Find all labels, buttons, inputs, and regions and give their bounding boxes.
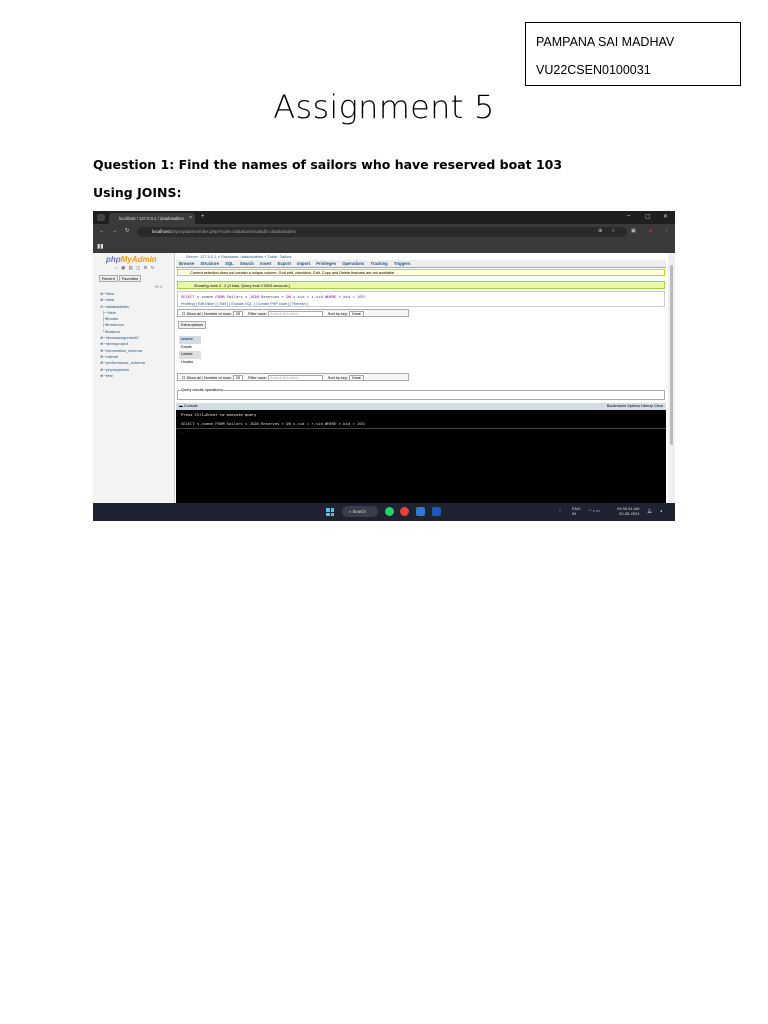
whatsapp-icon <box>385 507 394 516</box>
collapse-link-icon: ⊖ ∞ <box>155 284 163 289</box>
language-indicator: ENG IN <box>572 506 581 516</box>
subheading: Using JOINS: <box>93 185 182 200</box>
student-name: PAMPANA SAI MADHAV <box>536 35 675 49</box>
phpmyadmin-window: phpMyAdmin ⌂ ▣ ▤ ◫ ⚙ ↻ Recent Favorites ⊖… <box>93 253 675 503</box>
table-row: Lubber <box>179 351 201 359</box>
sql-console: ▬ Console Bookmarks Options History Clea… <box>176 403 666 503</box>
url-host: localhost <box>152 229 170 234</box>
tray-chevron-icon: ^ <box>559 508 561 513</box>
tab-insert: Insert <box>260 261 272 266</box>
close-window-icon: ✕ <box>663 214 669 220</box>
copilot-icon: ◕ <box>660 508 663 513</box>
table-controls-top: ☐ Show all | Number of rows: 25 Filter r… <box>177 309 409 317</box>
page-scrollbar <box>668 253 675 503</box>
clock: 09:39:31 AM 20-08-2024 <box>617 506 640 516</box>
reload-icon: ↻ <box>125 228 130 234</box>
network-icon: ◠ ◖ ▭ <box>588 508 600 513</box>
warning-notice: Current selection does not contain a uni… <box>177 269 665 276</box>
pma-top-menu: Browse Structure SQL Search Insert Expor… <box>176 260 666 268</box>
chrome-icon <box>400 507 409 516</box>
word-icon <box>432 507 441 516</box>
tab-privileges: Privileges <box>316 261 337 266</box>
bookmarks-bar: ▮▮ <box>93 240 675 253</box>
zoom-icon: ⊕ <box>598 228 603 234</box>
pma-logo: phpMyAdmin <box>106 255 157 264</box>
tab-title: localhost / 127.0.0.1 / databstables <box>119 216 184 221</box>
apps-icon: ▮▮ <box>97 244 104 250</box>
profile-icon: ● <box>649 228 653 234</box>
embedded-screenshot: localhost / 127.0.0.1 / databstables × +… <box>93 211 675 521</box>
console-hint: Press Ctrl+Enter to execute query <box>181 412 257 417</box>
new-tab-icon: + <box>201 214 205 220</box>
maximize-icon: ▢ <box>645 214 651 220</box>
browser-tab: localhost / 127.0.0.1 / databstables × <box>109 213 195 224</box>
success-notice: Showing rows 0 - 2 (3 total, Query took … <box>177 281 665 289</box>
url-path: /phpmyadmin/index.php?route=/database/sq… <box>169 229 296 234</box>
console-header: ▬ Console Bookmarks Options History Clea… <box>176 403 666 410</box>
windows-taskbar: ⌕ Search ^ ENG IN ◠ ◖ ▭ 09:39:31 AM 20-08-… <box>93 503 675 521</box>
sidebar-toolbar-icons: ⌂ ▣ ▤ ◫ ⚙ ↻ <box>115 265 156 270</box>
browser-address-bar: ← → ↻ localhost/phpmyadmin/index.php?rou… <box>93 224 675 240</box>
tab-tracking: Tracking <box>370 261 388 266</box>
tab-sql: SQL <box>225 261 234 266</box>
student-info-box: PAMPANA SAI MADHAV VU22CSEN0100031 <box>525 22 741 86</box>
console-query: SELECT s.sname FROM Sailors s JOIN Reser… <box>176 419 666 429</box>
minimize-icon: – <box>627 213 631 219</box>
app-icon <box>416 507 425 516</box>
question-heading: Question 1: Find the names of sailors wh… <box>93 157 563 172</box>
database-tree: ⊕─New ⊕─data ⊖─databstables ├─New ├⊕boat… <box>100 291 145 379</box>
tab-favorites: Favorites <box>118 275 142 282</box>
document-title: Assignment 5 <box>273 88 495 126</box>
sql-query-box: SELECT s.sname FROM Sailors s JOIN Reser… <box>177 291 665 307</box>
tab-recent: Recent <box>99 275 118 282</box>
pma-sidebar: phpMyAdmin ⌂ ▣ ▤ ◫ ⚙ ↻ Recent Favorites ⊖… <box>93 253 175 503</box>
table-row: Horatio <box>179 358 201 366</box>
query-results-operations: Query results operations <box>177 388 665 400</box>
tab-triggers: Triggers <box>393 261 411 266</box>
console-links: Bookmarks Options History Clear <box>606 404 663 408</box>
tab-search: Search <box>239 261 254 266</box>
student-roll-number: VU22CSEN0100031 <box>536 63 651 77</box>
console-prompt-icon: › <box>181 430 184 435</box>
url-field: localhost/phpmyadmin/index.php?route=/da… <box>137 227 627 237</box>
tab-search-icon <box>97 214 105 221</box>
tab-operations: Operations <box>342 261 365 266</box>
tab-import: Import <box>297 261 311 266</box>
table-row: Dustin <box>179 343 201 351</box>
bookmark-star-icon: ☆ <box>611 228 616 234</box>
tab-browse: Browse <box>179 261 195 266</box>
breadcrumb: Server: 127.0.0.1 » Database: databstabl… <box>176 253 666 260</box>
column-header: sname <box>179 336 201 344</box>
taskbar-search: ⌕ Search <box>342 506 378 517</box>
tab-export: Export <box>277 261 291 266</box>
tab-structure: Structure <box>200 261 219 266</box>
sql-action-links: Profiling [ Edit inline ] [ Edit ] [ Exp… <box>181 301 308 306</box>
back-icon: ← <box>99 228 105 234</box>
browser-tab-bar: localhost / 127.0.0.1 / databstables × +… <box>93 211 675 224</box>
sidebar-tabs: Recent Favorites <box>99 275 142 282</box>
extensions-icon: ▣ <box>631 228 636 234</box>
table-controls-bottom: ☐ Show all | Number of rows: 25 Filter r… <box>177 373 409 381</box>
extra-options-button: Extra options <box>178 321 207 329</box>
forward-icon: → <box>112 228 118 234</box>
tree-item: ⊕─test <box>100 372 113 378</box>
pma-main: Server: 127.0.0.1 » Database: databstabl… <box>176 253 666 503</box>
notification-bell-icon: 🔔︎ <box>647 508 653 513</box>
browser-menu-icon: ⋮ <box>664 228 669 234</box>
tab-close-icon: × <box>189 215 192 221</box>
results-table: sname Dustin Lubber Horatio <box>179 336 201 366</box>
windows-start-icon <box>326 508 334 516</box>
